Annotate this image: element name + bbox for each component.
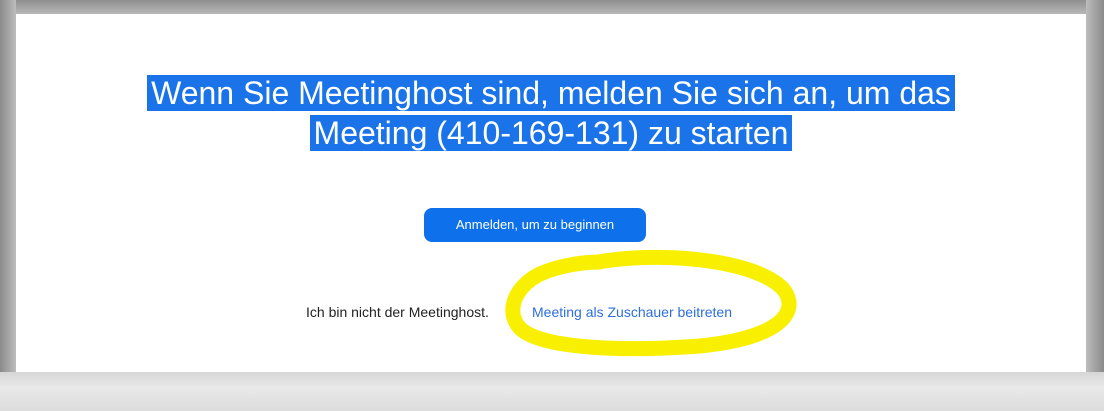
join-as-attendee-link[interactable]: Meeting als Zuschauer beitreten <box>532 302 732 322</box>
screen-frame-top <box>0 0 1104 14</box>
title-line-1: Wenn Sie Meetinghost sind, melden Sie si… <box>147 75 955 111</box>
sign-in-to-start-button[interactable]: Anmelden, um zu beginnen <box>424 208 646 242</box>
launch-page: Wenn Sie Meetinghost sind, melden Sie si… <box>16 14 1086 372</box>
page-title: Wenn Sie Meetinghost sind, melden Sie si… <box>16 73 1086 153</box>
not-host-text: Ich bin nicht der Meetinghost. <box>306 304 489 320</box>
screen-frame-right <box>1086 0 1104 411</box>
screen-frame-left <box>0 0 16 411</box>
title-line-2: Meeting (410-169-131) zu starten <box>309 115 793 151</box>
screen-frame-bottom <box>0 372 1104 411</box>
non-host-row: Ich bin nicht der Meetinghost. Meeting al… <box>306 302 732 322</box>
